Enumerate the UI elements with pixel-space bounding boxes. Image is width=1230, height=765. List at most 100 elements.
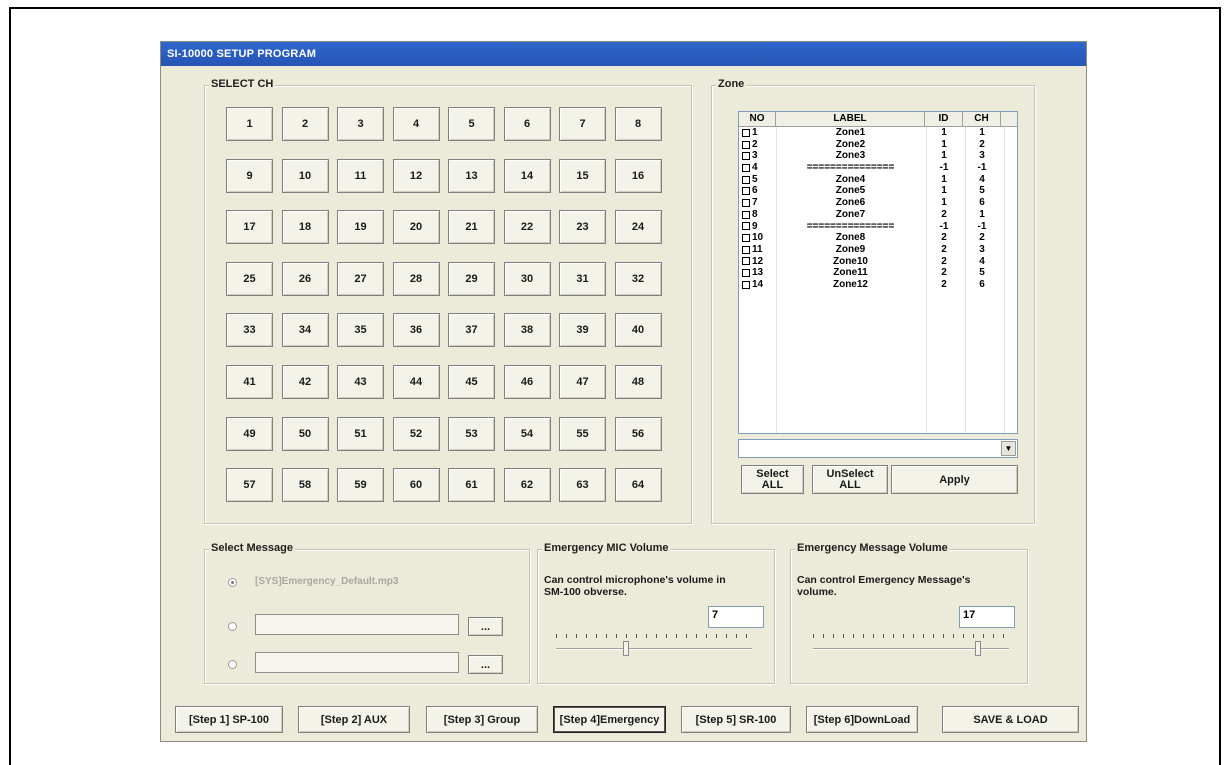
zone-row[interactable]: 12 Zone10 2 4 bbox=[739, 256, 1017, 268]
channel-button[interactable]: 11 bbox=[337, 158, 384, 193]
channel-button[interactable]: 50 bbox=[281, 416, 329, 451]
channel-button[interactable]: 51 bbox=[337, 416, 384, 451]
step3-group-button[interactable]: [Step 3] Group bbox=[426, 706, 538, 733]
browse-button-1[interactable]: ... bbox=[468, 617, 503, 636]
column-header-no[interactable]: NO bbox=[739, 112, 776, 126]
channel-button[interactable]: 41 bbox=[226, 365, 273, 399]
step6-download-button[interactable]: [Step 6]DownLoad bbox=[806, 706, 918, 733]
channel-button[interactable]: 29 bbox=[448, 261, 495, 296]
channel-button[interactable]: 48 bbox=[614, 365, 662, 399]
zone-row[interactable]: 3 Zone3 1 3 bbox=[739, 150, 1017, 162]
zone-checkbox[interactable] bbox=[742, 210, 750, 219]
custom-message-radio-2[interactable] bbox=[228, 660, 237, 669]
step4-emergency-button[interactable]: [Step 4]Emergency bbox=[553, 706, 666, 733]
zone-row[interactable]: 4 =============== -1 -1 bbox=[739, 162, 1017, 174]
channel-button[interactable]: 26 bbox=[281, 261, 329, 296]
channel-button[interactable]: 15 bbox=[559, 158, 606, 193]
mic-volume-slider[interactable] bbox=[556, 632, 752, 658]
channel-button[interactable]: 17 bbox=[226, 210, 273, 245]
channel-button[interactable]: 13 bbox=[448, 158, 495, 193]
zone-checkbox[interactable] bbox=[742, 140, 750, 149]
channel-button[interactable]: 6 bbox=[503, 107, 551, 141]
channel-button[interactable]: 27 bbox=[337, 261, 384, 296]
message-volume-thumb[interactable] bbox=[975, 641, 981, 656]
channel-button[interactable]: 25 bbox=[226, 261, 273, 296]
default-message-radio[interactable] bbox=[228, 578, 237, 587]
channel-button[interactable]: 43 bbox=[337, 365, 384, 399]
channel-button[interactable]: 33 bbox=[226, 313, 273, 348]
channel-button[interactable]: 2 bbox=[281, 107, 329, 141]
zone-row[interactable]: 6 Zone5 1 5 bbox=[739, 185, 1017, 197]
channel-button[interactable]: 38 bbox=[503, 313, 551, 348]
channel-button[interactable]: 12 bbox=[392, 158, 440, 193]
channel-button[interactable]: 21 bbox=[448, 210, 495, 245]
zone-checkbox[interactable] bbox=[742, 152, 750, 161]
zone-row[interactable]: 13 Zone11 2 5 bbox=[739, 267, 1017, 279]
channel-button[interactable]: 45 bbox=[448, 365, 495, 399]
channel-button[interactable]: 44 bbox=[392, 365, 440, 399]
channel-button[interactable]: 31 bbox=[559, 261, 606, 296]
channel-button[interactable]: 3 bbox=[337, 107, 384, 141]
channel-button[interactable]: 56 bbox=[614, 416, 662, 451]
zone-checkbox[interactable] bbox=[742, 222, 750, 231]
custom-message-field-1[interactable] bbox=[255, 614, 459, 635]
column-header-label[interactable]: LABEL bbox=[776, 112, 925, 126]
channel-button[interactable]: 32 bbox=[614, 261, 662, 296]
channel-button[interactable]: 46 bbox=[503, 365, 551, 399]
zone-checkbox[interactable] bbox=[742, 128, 750, 137]
channel-button[interactable]: 22 bbox=[503, 210, 551, 245]
channel-button[interactable]: 36 bbox=[392, 313, 440, 348]
channel-button[interactable]: 52 bbox=[392, 416, 440, 451]
zone-row[interactable]: 10 Zone8 2 2 bbox=[739, 232, 1017, 244]
zone-row[interactable]: 8 Zone7 2 1 bbox=[739, 209, 1017, 221]
channel-button[interactable]: 19 bbox=[337, 210, 384, 245]
chevron-down-icon[interactable]: ▼ bbox=[1001, 441, 1016, 456]
channel-button[interactable]: 37 bbox=[448, 313, 495, 348]
zone-checkbox[interactable] bbox=[742, 269, 750, 278]
zone-checkbox[interactable] bbox=[742, 163, 750, 172]
custom-message-field-2[interactable] bbox=[255, 652, 459, 673]
column-header-id[interactable]: ID bbox=[925, 112, 963, 126]
channel-button[interactable]: 28 bbox=[392, 261, 440, 296]
channel-button[interactable]: 34 bbox=[281, 313, 329, 348]
select-all-button[interactable]: Select ALL bbox=[741, 465, 804, 494]
channel-button[interactable]: 7 bbox=[559, 107, 606, 141]
zone-checkbox[interactable] bbox=[742, 280, 750, 289]
channel-button[interactable]: 55 bbox=[559, 416, 606, 451]
zone-combo[interactable]: ▼ bbox=[738, 439, 1018, 458]
channel-button[interactable]: 30 bbox=[503, 261, 551, 296]
zone-checkbox[interactable] bbox=[742, 175, 750, 184]
channel-button[interactable]: 1 bbox=[226, 107, 273, 141]
channel-button[interactable]: 40 bbox=[614, 313, 662, 348]
channel-button[interactable]: 14 bbox=[503, 158, 551, 193]
zone-checkbox[interactable] bbox=[742, 198, 750, 207]
zone-checkbox[interactable] bbox=[742, 234, 750, 243]
channel-button[interactable]: 5 bbox=[448, 107, 495, 141]
channel-button[interactable]: 23 bbox=[559, 210, 606, 245]
channel-button[interactable]: 61 bbox=[448, 468, 495, 503]
zone-checkbox[interactable] bbox=[742, 187, 750, 196]
channel-button[interactable]: 53 bbox=[448, 416, 495, 451]
save-and-load-button[interactable]: SAVE & LOAD bbox=[942, 706, 1079, 733]
channel-button[interactable]: 9 bbox=[226, 158, 273, 193]
zone-row[interactable]: 1 Zone1 1 1 bbox=[739, 127, 1017, 139]
channel-button[interactable]: 54 bbox=[503, 416, 551, 451]
channel-button[interactable]: 16 bbox=[614, 158, 662, 193]
unselect-all-button[interactable]: UnSelect ALL bbox=[812, 465, 888, 494]
zone-table[interactable]: NO LABEL ID CH 1 Zone1 1 1 2 Zone2 1 2 3 Zone3 1 3 4… bbox=[738, 111, 1018, 434]
channel-button[interactable]: 8 bbox=[614, 107, 662, 141]
zone-row[interactable]: 2 Zone2 1 2 bbox=[739, 139, 1017, 151]
channel-button[interactable]: 47 bbox=[559, 365, 606, 399]
channel-button[interactable]: 64 bbox=[614, 468, 662, 503]
channel-button[interactable]: 63 bbox=[559, 468, 606, 503]
custom-message-radio-1[interactable] bbox=[228, 622, 237, 631]
column-header-ch[interactable]: CH bbox=[963, 112, 1001, 126]
zone-checkbox[interactable] bbox=[742, 257, 750, 266]
channel-button[interactable]: 18 bbox=[281, 210, 329, 245]
channel-button[interactable]: 59 bbox=[337, 468, 384, 503]
mic-volume-thumb[interactable] bbox=[623, 641, 629, 656]
channel-button[interactable]: 10 bbox=[281, 158, 329, 193]
channel-button[interactable]: 49 bbox=[226, 416, 273, 451]
browse-button-2[interactable]: ... bbox=[468, 655, 503, 674]
message-volume-slider[interactable] bbox=[813, 632, 1009, 658]
